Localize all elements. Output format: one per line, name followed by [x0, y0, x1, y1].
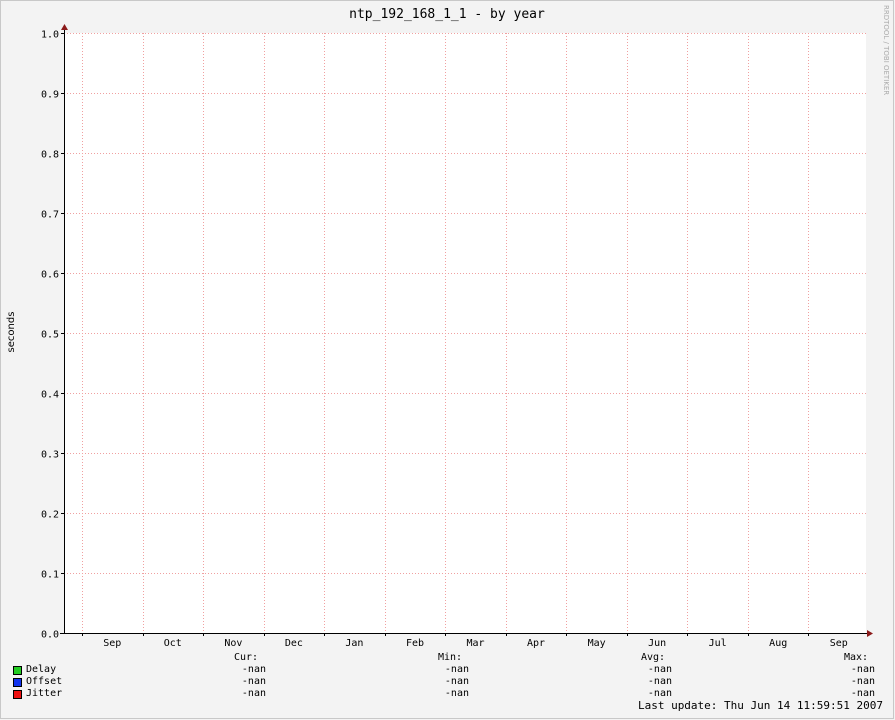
legend-avg: -nan: [647, 688, 672, 699]
last-update: Last update: Thu Jun 14 11:59:51 2007: [637, 699, 883, 712]
legend-row-delay: Delay -nan -nan -nan -nan: [0, 664, 895, 676]
y-tick-label: 0.2: [41, 510, 59, 521]
legend-cur: -nan: [241, 664, 266, 675]
x-tick-label: Nov: [224, 638, 242, 649]
x-axis-arrow-icon: [867, 630, 873, 637]
legend-min: -nan: [444, 688, 469, 699]
x-tick-label: Jan: [345, 638, 363, 649]
y-tick-label: 1.0: [41, 30, 59, 41]
legend-name: Jitter: [26, 688, 63, 699]
offset-swatch: [13, 678, 22, 687]
legend-header-avg: Avg:: [641, 652, 666, 663]
y-tick-label: 0.0: [41, 630, 59, 641]
watermark: RRDTOOL / TOBI OETIKER: [882, 5, 890, 95]
delay-swatch: [13, 666, 22, 675]
legend-avg: -nan: [647, 664, 672, 675]
y-tick-labels: 0.0 0.1 0.2 0.3 0.4 0.5 0.6 0.7 0.8 0.9 1.0: [41, 30, 59, 641]
legend-header-min: Min:: [438, 652, 463, 663]
legend-row-offset: Offset -nan -nan -nan -nan: [0, 676, 895, 688]
legend-min: -nan: [444, 676, 469, 687]
y-axis-label: seconds: [6, 312, 17, 353]
jitter-swatch: [13, 690, 22, 699]
y-tick-label: 0.5: [41, 330, 59, 341]
legend-max: -nan: [850, 664, 875, 675]
legend-cur: -nan: [241, 676, 266, 687]
chart: ntp_192_168_1_1 - by year seconds RRDTOO…: [0, 0, 894, 719]
legend-min: -nan: [444, 664, 469, 675]
legend-max: -nan: [850, 676, 875, 687]
y-tick-label: 0.7: [41, 210, 59, 221]
legend-max: -nan: [850, 688, 875, 699]
x-tick-label: Oct: [164, 638, 182, 649]
x-tick-label: Apr: [527, 638, 545, 649]
y-tick-label: 0.3: [41, 450, 59, 461]
y-axis-arrow-icon: [61, 24, 68, 30]
chart-title: ntp_192_168_1_1 - by year: [349, 7, 545, 22]
x-tick-label: Dec: [285, 638, 303, 649]
legend-cur: -nan: [241, 688, 266, 699]
x-tick-label: Feb: [406, 638, 424, 649]
legend-avg: -nan: [647, 676, 672, 687]
y-tick-label: 0.1: [41, 570, 59, 581]
legend-header-cur: Cur:: [234, 652, 259, 663]
x-tick-label: May: [588, 638, 606, 649]
x-tick-label: Aug: [769, 638, 787, 649]
x-tick-label: Jul: [709, 638, 727, 649]
x-tick-label: Sep: [830, 638, 848, 649]
legend-name: Delay: [26, 664, 57, 675]
y-tick-label: 0.8: [41, 150, 59, 161]
y-tick-label: 0.6: [41, 270, 59, 281]
x-tick-label: Mar: [466, 638, 484, 649]
x-tick-label: Jun: [648, 638, 666, 649]
legend-name: Offset: [26, 676, 63, 687]
y-tick-label: 0.9: [41, 90, 59, 101]
x-tick-labels: Sep Oct Nov Dec Jan Feb Mar Apr May Jun Jul Aug Sep: [103, 638, 848, 649]
legend-header-max: Max:: [844, 652, 869, 663]
y-tick-label: 0.4: [41, 390, 59, 401]
x-tick-label: Sep: [103, 638, 121, 649]
